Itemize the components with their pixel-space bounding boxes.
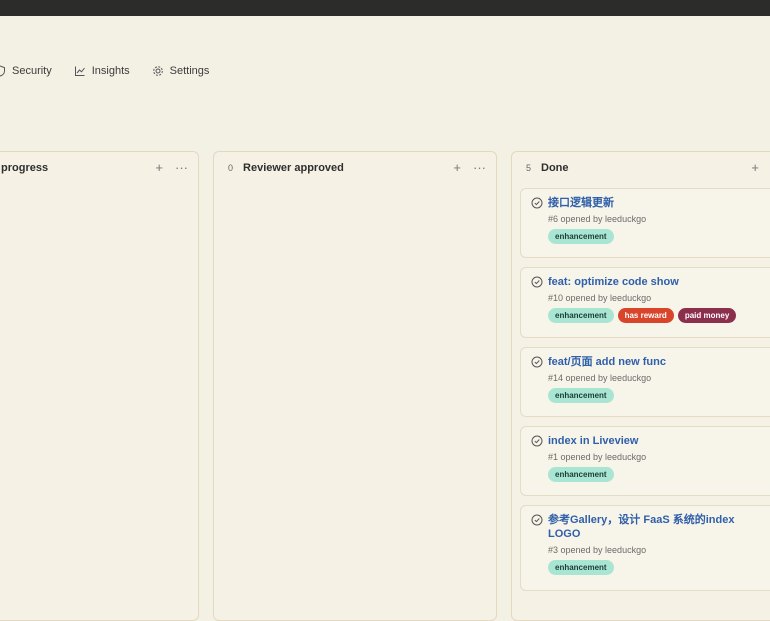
- add-item-icon[interactable]: +: [155, 160, 163, 175]
- top-bar: [0, 0, 770, 16]
- issue-meta: #14 opened by leeduckgo: [548, 373, 652, 383]
- nav-insights[interactable]: Insights: [74, 65, 130, 77]
- issue-meta: #3 opened by leeduckgo: [548, 545, 647, 555]
- column-reviewer-approved: 0 Reviewer approved + ···: [213, 151, 497, 621]
- label-list: enhancement: [548, 388, 769, 403]
- label-enhancement[interactable]: enhancement: [548, 467, 614, 482]
- label-list: enhancement: [548, 560, 769, 575]
- column-actions: + ···: [155, 160, 188, 175]
- issue-title-row: 参考Gallery，设计 FaaS 系统的index LOGO: [531, 513, 736, 541]
- gear-icon: [152, 66, 163, 76]
- label-list: enhancement: [548, 467, 769, 482]
- column-title: progress: [1, 162, 49, 174]
- issue-closed-icon: [531, 276, 543, 288]
- graph-icon: [74, 66, 85, 76]
- nav-label: Settings: [169, 65, 210, 77]
- label-enhancement[interactable]: enhancement: [548, 308, 614, 323]
- issue-title-link[interactable]: feat: optimize code show: [548, 275, 679, 289]
- issue-closed-icon: [531, 356, 543, 368]
- nav-settings[interactable]: Settings: [152, 65, 210, 77]
- add-item-icon[interactable]: +: [751, 160, 759, 175]
- column-count: 5: [526, 163, 532, 173]
- column-actions: + ···: [453, 160, 486, 175]
- column-done: 5 Done + 接口逻辑更新 #6 opened by leeduckgo e…: [511, 151, 770, 621]
- column-count: 0: [228, 163, 234, 173]
- add-item-icon[interactable]: +: [453, 160, 461, 175]
- column-title: Reviewer approved: [243, 162, 344, 174]
- label-enhancement[interactable]: enhancement: [548, 388, 614, 403]
- issue-title-row: feat: optimize code show: [531, 275, 769, 289]
- issue-card[interactable]: feat/页面 add new func #14 opened by leedu…: [520, 347, 770, 417]
- issue-closed-icon: [531, 197, 543, 209]
- label-paid-money[interactable]: paid money: [677, 308, 737, 323]
- issue-closed-icon: [531, 435, 543, 447]
- label-enhancement[interactable]: enhancement: [548, 229, 614, 244]
- column-actions: +: [751, 160, 759, 175]
- more-icon[interactable]: ···: [473, 160, 486, 175]
- issue-title-link[interactable]: 参考Gallery，设计 FaaS 系统的index LOGO: [548, 513, 736, 541]
- issue-card[interactable]: 参考Gallery，设计 FaaS 系统的index LOGO #3 opene…: [520, 505, 770, 591]
- nav-security[interactable]: Security: [0, 65, 52, 77]
- column-header: 5 Done: [512, 152, 770, 184]
- issue-title-link[interactable]: index in Liveview: [548, 434, 638, 448]
- label-has-reward[interactable]: has reward: [617, 308, 674, 323]
- label-list: enhancement has reward paid money: [548, 308, 769, 323]
- issue-card[interactable]: feat: optimize code show #10 opened by l…: [520, 267, 770, 338]
- column-title: Done: [541, 162, 569, 174]
- issue-title-link[interactable]: feat/页面 add new func: [548, 355, 666, 369]
- issue-meta: #10 opened by leeduckgo: [548, 293, 652, 303]
- issue-title-link[interactable]: 接口逻辑更新: [548, 196, 614, 210]
- shield-icon: [0, 65, 5, 77]
- nav-label: Insights: [91, 65, 130, 77]
- label-list: enhancement: [548, 229, 769, 244]
- issue-title-row: 接口逻辑更新: [531, 196, 769, 210]
- more-icon[interactable]: ···: [175, 160, 188, 175]
- issue-meta: #1 opened by leeduckgo: [548, 452, 647, 462]
- issue-card[interactable]: index in Liveview #1 opened by leeduckgo…: [520, 426, 770, 496]
- nav-label: Security: [12, 65, 52, 77]
- column-in-progress: progress + ···: [0, 151, 199, 621]
- issue-meta: #6 opened by leeduckgo: [548, 214, 647, 224]
- issue-title-row: index in Liveview: [531, 434, 769, 448]
- repo-nav: Security Insights Settings: [0, 56, 231, 86]
- label-enhancement[interactable]: enhancement: [548, 560, 614, 575]
- issue-card[interactable]: 接口逻辑更新 #6 opened by leeduckgo enhancemen…: [520, 188, 770, 258]
- issue-title-row: feat/页面 add new func: [531, 355, 769, 369]
- issue-closed-icon: [531, 514, 543, 526]
